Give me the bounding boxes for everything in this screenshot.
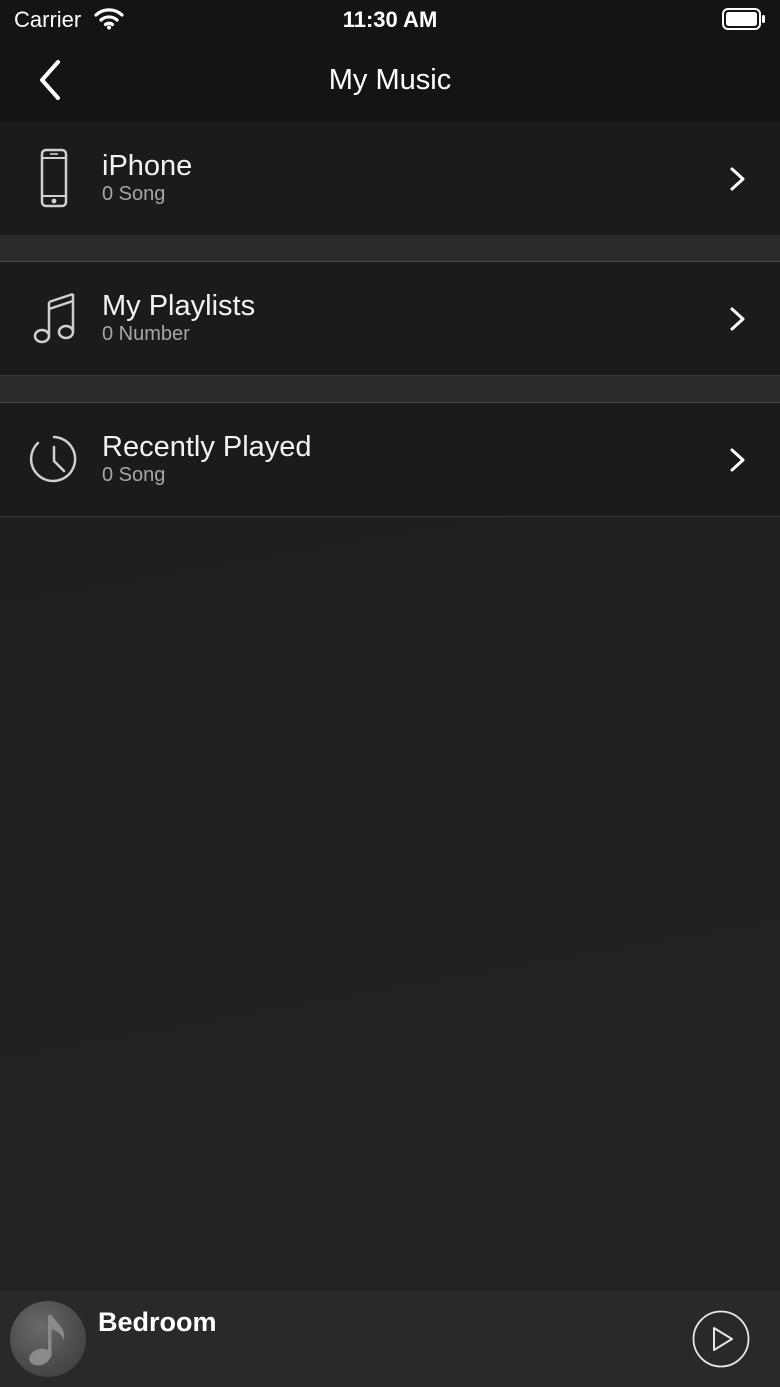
clock-icon <box>22 427 86 491</box>
play-button[interactable] <box>692 1310 750 1368</box>
section-divider <box>0 235 780 262</box>
music-note-icon <box>22 286 86 350</box>
row-title: iPhone <box>102 150 193 182</box>
chevron-right-icon <box>730 448 745 472</box>
list-item-my-playlists[interactable]: My Playlists 0 Number <box>0 262 780 376</box>
row-subtitle: 0 Song <box>102 464 166 486</box>
page-title: My Music <box>328 64 452 96</box>
chevron-right-icon <box>730 167 745 191</box>
nav-bar: My Music <box>0 40 780 122</box>
device-name: Bedroom <box>98 1307 217 1337</box>
battery-icon <box>722 8 766 35</box>
list-item-recently-played[interactable]: Recently Played 0 Song <box>0 403 780 517</box>
row-subtitle: 0 Number <box>102 323 190 345</box>
play-icon <box>692 1310 750 1368</box>
row-title: Recently Played <box>102 431 312 463</box>
music-note-icon <box>29 1315 65 1366</box>
row-subtitle: 0 Song <box>102 183 166 205</box>
status-time: 11:30 AM <box>342 7 438 32</box>
chevron-right-icon <box>730 307 745 331</box>
empty-content-area <box>0 518 780 1290</box>
list-item-iphone[interactable]: iPhone 0 Song <box>0 122 780 236</box>
album-art <box>10 1301 86 1377</box>
mini-player[interactable]: Bedroom <box>0 1291 780 1387</box>
phone-icon <box>22 146 86 210</box>
section-divider <box>0 376 780 403</box>
row-title: My Playlists <box>102 290 256 322</box>
status-bar: Carrier 11:30 AM <box>0 0 780 40</box>
